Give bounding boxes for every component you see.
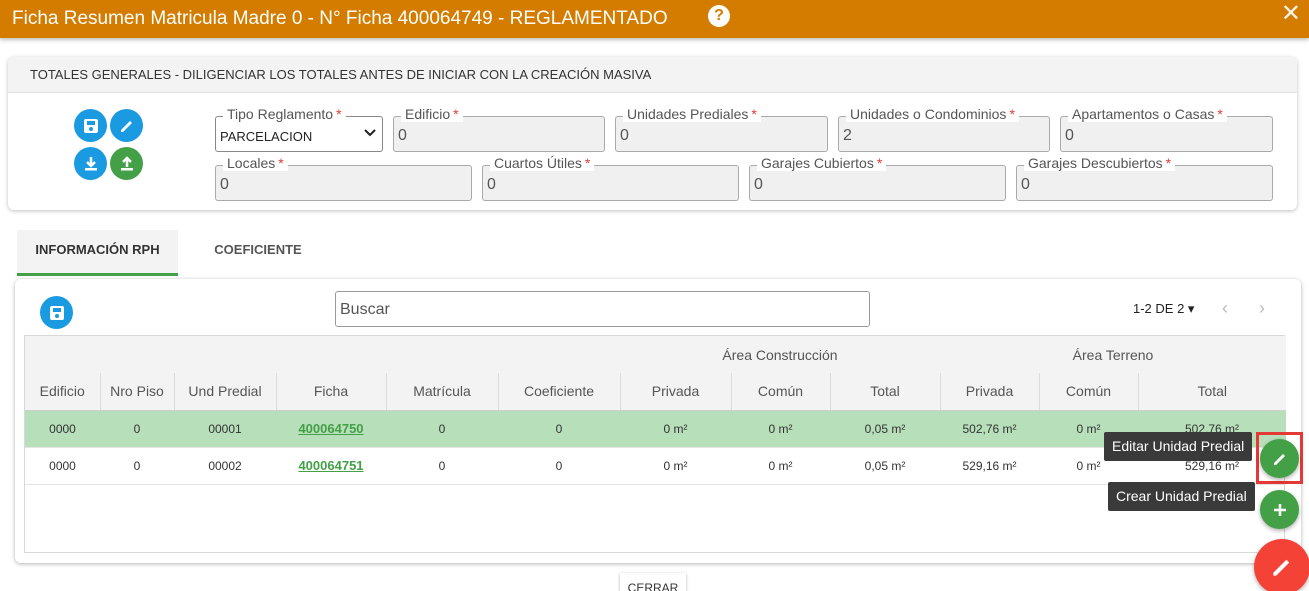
save-icon — [49, 305, 64, 320]
download-button[interactable] — [74, 147, 107, 180]
ficha-link[interactable]: 400064751 — [298, 458, 363, 473]
close-icon[interactable]: ✕ — [1281, 2, 1301, 26]
create-unit-tooltip: Crear Unidad Predial — [1108, 482, 1255, 511]
col-construccion-comun[interactable]: Común — [730, 373, 830, 411]
prev-page-icon[interactable]: ‹ — [1222, 298, 1228, 319]
col-coeficiente[interactable]: Coeficiente — [497, 373, 620, 411]
question-circle-icon[interactable]: ? — [708, 5, 730, 27]
col-und-predial[interactable]: Und Predial — [173, 373, 276, 411]
download-icon — [84, 156, 97, 170]
col-nro-piso[interactable]: Nro Piso — [99, 373, 174, 411]
locales-field[interactable]: Locales * 0 — [215, 155, 472, 201]
save-rph-button[interactable] — [40, 296, 73, 329]
unidades-prediales-field[interactable]: Unidades Prediales * 0 — [615, 106, 828, 152]
unidades-condominios-field[interactable]: Unidades o Condominios * 2 — [838, 106, 1050, 152]
upload-icon — [120, 155, 133, 170]
col-matricula[interactable]: Matrícula — [385, 373, 498, 411]
pencil-icon — [120, 120, 132, 132]
tipo-reglamento-select[interactable]: Tipo Reglamento * PARCELACION — [215, 106, 383, 152]
tab-coeficiente[interactable]: COEFICIENTE — [190, 230, 326, 276]
chevron-down-icon — [364, 129, 376, 137]
save-button[interactable] — [74, 109, 107, 142]
units-table: Área Construcción Área Terreno Edificio … — [24, 335, 1287, 553]
upload-button[interactable] — [110, 147, 143, 180]
col-edificio[interactable]: Edificio — [25, 373, 100, 411]
col-ficha[interactable]: Ficha — [275, 373, 386, 411]
main-edit-fab[interactable] — [1254, 539, 1309, 591]
modal-header: Ficha Resumen Matricula Madre 0 - N° Fic… — [0, 0, 1309, 38]
col-construccion-privada[interactable]: Privada — [619, 373, 731, 411]
table-column-header: Edificio Nro Piso Und Predial Ficha Matr… — [25, 373, 1287, 411]
ficha-link[interactable]: 400064750 — [298, 421, 363, 436]
group-area-terreno: Área Terreno — [940, 336, 1287, 373]
tab-informacion-rph[interactable]: INFORMACIÓN RPH — [17, 230, 178, 276]
table-row[interactable]: 0000 0 00002 400064751 0 0 0 m² 0 m² 0,0… — [25, 447, 1287, 485]
edit-unit-button[interactable] — [1260, 439, 1299, 478]
cuartos-utiles-field[interactable]: Cuartos Útiles * 0 — [482, 155, 739, 201]
table-group-header: Área Construcción Área Terreno — [25, 336, 1287, 373]
edit-unit-tooltip: Editar Unidad Predial — [1104, 432, 1253, 461]
save-icon — [83, 118, 98, 133]
create-unit-button[interactable] — [1260, 490, 1299, 529]
search-input[interactable]: Buscar — [335, 291, 870, 327]
edificio-field[interactable]: Edificio * 0 — [393, 106, 605, 152]
pager-label[interactable]: 1-2 DE 2 ▾ — [1133, 301, 1194, 317]
col-terreno-total[interactable]: Total — [1137, 373, 1287, 411]
garajes-descubiertos-field[interactable]: Garajes Descubiertos * 0 — [1016, 155, 1273, 201]
table-row[interactable]: 0000 0 00001 400064750 0 0 0 m² 0 m² 0,0… — [25, 410, 1287, 448]
col-terreno-comun[interactable]: Común — [1038, 373, 1138, 411]
group-area-construccion: Área Construcción — [620, 336, 940, 373]
col-terreno-privada[interactable]: Privada — [939, 373, 1039, 411]
edit-totals-button[interactable] — [110, 109, 143, 142]
next-page-icon[interactable]: › — [1259, 298, 1265, 319]
modal-title: Ficha Resumen Matricula Madre 0 - N° Fic… — [12, 8, 668, 29]
plus-icon — [1273, 503, 1286, 516]
col-construccion-total[interactable]: Total — [829, 373, 940, 411]
pencil-icon — [1273, 453, 1285, 465]
apartamentos-casas-field[interactable]: Apartamentos o Casas * 0 — [1060, 106, 1273, 152]
pencil-icon — [1273, 559, 1290, 576]
close-button[interactable]: CERRAR — [620, 573, 686, 591]
garajes-cubiertos-field[interactable]: Garajes Cubiertos * 0 — [749, 155, 1006, 201]
totals-heading: TOTALES GENERALES - DILIGENCIAR LOS TOTA… — [8, 57, 1297, 93]
